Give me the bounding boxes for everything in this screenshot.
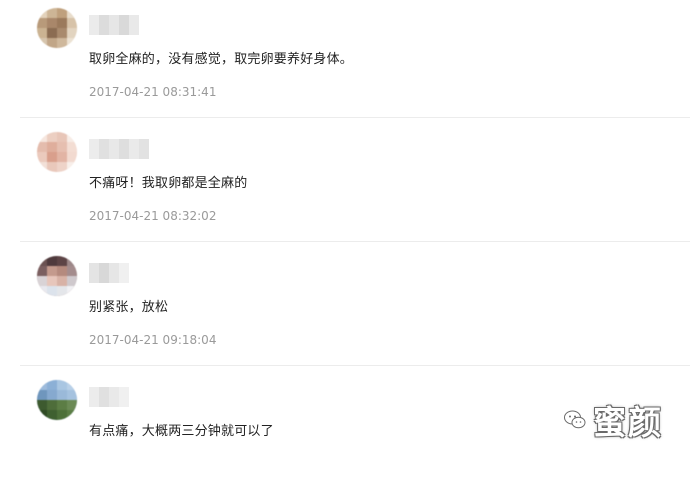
watermark-text: 蜜颜 (593, 403, 663, 442)
avatar[interactable] (37, 380, 77, 420)
comment-text: 别紧张，放松 (89, 300, 169, 315)
divider (20, 117, 690, 118)
watermark: 蜜颜 (563, 392, 683, 448)
comment-timestamp: 2017-04-21 08:31:41 (89, 85, 217, 99)
divider (20, 241, 690, 242)
divider (20, 365, 690, 366)
avatar[interactable] (37, 132, 77, 172)
comment-item: 取卵全麻的，没有感觉，取完卵要养好身体。 2017-04-21 08:31:41 (0, 0, 690, 124)
avatar-image (37, 380, 77, 420)
comment-text: 不痛呀！我取卵都是全麻的 (89, 176, 248, 191)
comment-item: 不痛呀！我取卵都是全麻的 2017-04-21 08:32:02 (0, 124, 690, 248)
avatar-image (37, 8, 77, 48)
comment-timestamp: 2017-04-21 09:18:04 (89, 333, 217, 347)
comment-text: 取卵全麻的，没有感觉，取完卵要养好身体。 (89, 52, 354, 67)
comment-text: 有点痛，大概两三分钟就可以了 (89, 424, 274, 439)
username-blurred (89, 139, 149, 159)
avatar-image (37, 132, 77, 172)
username-blurred (89, 15, 139, 35)
username-blurred (89, 387, 129, 407)
comment-timestamp: 2017-04-21 08:32:02 (89, 209, 217, 223)
avatar-image (37, 256, 77, 296)
username-blurred (89, 263, 129, 283)
comment-item: 别紧张，放松 2017-04-21 09:18:04 (0, 248, 690, 372)
avatar[interactable] (37, 256, 77, 296)
comment-list: 取卵全麻的，没有感觉，取完卵要养好身体。 2017-04-21 08:31:41 (0, 0, 690, 456)
wechat-logo-icon (564, 410, 586, 429)
avatar[interactable] (37, 8, 77, 48)
